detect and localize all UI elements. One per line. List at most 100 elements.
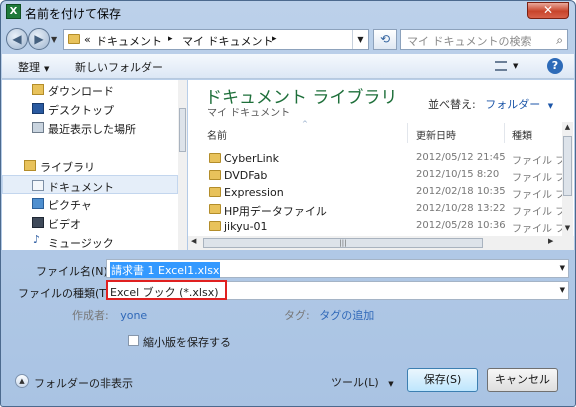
filename-input[interactable]: 請求書 1 Excel1.xlsx ▼ — [106, 259, 569, 278]
column-header-type[interactable]: 種類 — [512, 127, 532, 142]
chevron-down-icon[interactable]: ▼ — [560, 286, 565, 294]
tools-label: ツール(L) — [331, 376, 379, 389]
file-list-horizontal-scrollbar[interactable]: ◀ ||| ▶ — [188, 236, 574, 250]
refresh-button[interactable]: ⟲ — [373, 29, 397, 50]
highlight-box — [106, 280, 227, 300]
file-name: HP用データファイル — [224, 205, 327, 218]
file-row[interactable]: DVDFab 2012/10/15 8:20 ファイル フ — [207, 167, 571, 184]
author-field: 作成者: yone — [72, 307, 147, 323]
save-button[interactable]: 保存(S) — [407, 368, 478, 392]
organize-menu[interactable]: 整理 ▼ — [18, 59, 49, 75]
nav-label: ライブラリ — [40, 161, 95, 174]
filetype-label: ファイルの種類(T): — [18, 287, 115, 300]
column-divider[interactable] — [407, 123, 408, 143]
tags-value[interactable]: タグの追加 — [319, 309, 374, 322]
file-row[interactable]: Expression 2012/02/18 10:35 ファイル フ — [207, 184, 571, 201]
file-name: jikyu-01 — [224, 220, 268, 233]
nav-label: 最近表示した場所 — [48, 123, 136, 136]
hide-folders-label: フォルダーの非表示 — [34, 377, 133, 390]
author-label: 作成者: — [72, 309, 109, 322]
chevron-down-icon: ▼ — [44, 65, 50, 73]
nav-item-downloads[interactable]: ダウンロード — [2, 80, 178, 99]
save-as-dialog: X 名前を付けて保存 ✕ ◀ ▶ ▼ « ドキュメント ▸ マイ ドキュメント … — [0, 0, 576, 407]
save-thumbnail-checkbox[interactable] — [128, 335, 139, 346]
filename-label: ファイル名(N): — [36, 265, 112, 278]
folder-icon — [209, 204, 221, 214]
new-folder-button[interactable]: 新しいフォルダー — [75, 59, 163, 75]
sort-by-control[interactable]: 並べ替え: フォルダー ▼ — [428, 96, 553, 112]
forward-button[interactable]: ▶ — [28, 28, 50, 50]
file-list-scroll-thumb[interactable] — [563, 136, 572, 196]
nav-item-music[interactable]: ♪ ミュージック — [2, 232, 178, 251]
sort-by-value[interactable]: フォルダー — [485, 98, 540, 111]
file-list-vertical-scrollbar[interactable]: ▲ ▼ — [562, 122, 573, 236]
file-date: 2012/10/15 8:20 — [416, 169, 500, 180]
recent-places-icon — [32, 122, 44, 133]
search-placeholder: マイ ドキュメントの検索 — [407, 35, 532, 48]
file-type: ファイル フ — [512, 156, 566, 167]
nav-item-videos[interactable]: ビデオ — [2, 213, 178, 232]
back-button[interactable]: ◀ — [6, 28, 28, 50]
library-subtitle: マイ ドキュメント — [207, 108, 291, 119]
address-dropdown-icon[interactable]: ▼ — [352, 30, 368, 49]
chevron-down-icon: ▼ — [388, 380, 394, 388]
scroll-left-icon[interactable]: ◀ — [191, 237, 196, 245]
nav-item-recent-places[interactable]: 最近表示した場所 — [2, 118, 178, 137]
pictures-icon — [32, 198, 44, 209]
horizontal-scroll-thumb[interactable]: ||| — [203, 238, 483, 248]
scroll-right-icon[interactable]: ▶ — [548, 237, 553, 245]
breadcrumb-separator-icon[interactable]: ▸ — [272, 34, 277, 44]
chevron-down-icon: ▼ — [547, 102, 554, 110]
view-options-icon[interactable] — [495, 61, 507, 71]
title-bar[interactable]: X 名前を付けて保存 ✕ — [1, 1, 575, 23]
search-input[interactable]: マイ ドキュメントの検索 ⌕ — [400, 29, 568, 50]
scroll-up-icon[interactable]: ▲ — [562, 123, 573, 131]
breadcrumb-documents[interactable]: ドキュメント — [96, 33, 162, 49]
nav-scroll-thumb[interactable] — [179, 108, 186, 152]
chevron-up-icon: ▲ — [15, 374, 29, 388]
scroll-down-icon[interactable]: ▼ — [562, 224, 573, 232]
folder-icon — [209, 221, 221, 231]
file-name: DVDFab — [224, 169, 268, 182]
cancel-button[interactable]: キャンセル — [487, 368, 558, 392]
file-type: ファイル フ — [512, 173, 566, 184]
organize-label: 整理 — [18, 61, 40, 74]
history-dropdown-icon[interactable]: ▼ — [51, 35, 57, 44]
column-divider[interactable] — [504, 123, 505, 143]
tools-menu[interactable]: ツール(L) ▼ — [331, 374, 394, 390]
breadcrumb-my-documents[interactable]: マイ ドキュメント — [182, 33, 274, 49]
tags-label: タグ: — [284, 309, 310, 322]
search-icon: ⌕ — [556, 33, 563, 47]
file-row[interactable]: jikyu-01 2012/05/28 10:36 ファイル フ — [207, 218, 571, 235]
command-toolbar: 整理 ▼ 新しいフォルダー ▼ ? — [2, 54, 574, 79]
column-header-name[interactable]: 名前 — [207, 127, 227, 142]
videos-icon — [32, 217, 44, 228]
nav-item-documents[interactable]: ドキュメント — [2, 175, 178, 194]
nav-scrollbar[interactable] — [178, 80, 187, 250]
nav-item-desktop[interactable]: デスクトップ — [2, 99, 178, 118]
libraries-icon — [24, 160, 36, 171]
address-bar[interactable]: « ドキュメント ▸ マイ ドキュメント ▸ ▼ — [63, 29, 369, 50]
file-row[interactable]: HP用データファイル 2012/10/28 13:22 ファイル フ — [207, 201, 571, 218]
nav-item-libraries[interactable]: ライブラリ — [2, 156, 178, 175]
documents-icon — [32, 180, 44, 191]
author-value[interactable]: yone — [120, 309, 147, 322]
address-row: ◀ ▶ ▼ « ドキュメント ▸ マイ ドキュメント ▸ ▼ ⟲ マイ ドキュメ… — [1, 25, 575, 53]
close-button[interactable]: ✕ — [527, 2, 569, 19]
filename-value[interactable]: 請求書 1 Excel1.xlsx — [110, 262, 221, 278]
file-list-pane: ドキュメント ライブラリ マイ ドキュメント 並べ替え: フォルダー ▼ ^ 名… — [188, 80, 574, 250]
file-date: 2012/05/28 10:36 — [416, 220, 506, 231]
folder-icon — [209, 187, 221, 197]
breadcrumb-separator-icon[interactable]: ▸ — [168, 34, 173, 44]
download-folder-icon — [32, 84, 44, 95]
save-thumbnail-label[interactable]: 縮小版を保存する — [143, 334, 231, 350]
file-type: ファイル フ — [512, 224, 566, 235]
column-header-date[interactable]: 更新日時 — [416, 127, 456, 142]
help-icon[interactable]: ? — [547, 58, 563, 74]
tags-field: タグ: タグの追加 — [284, 307, 374, 323]
chevron-down-icon[interactable]: ▼ — [560, 264, 565, 272]
file-row[interactable]: CyberLink 2012/05/12 21:45 ファイル フ — [207, 150, 571, 167]
nav-item-pictures[interactable]: ピクチャ — [2, 194, 178, 213]
address-prefix[interactable]: « — [84, 33, 91, 46]
view-dropdown-icon[interactable]: ▼ — [513, 62, 518, 70]
